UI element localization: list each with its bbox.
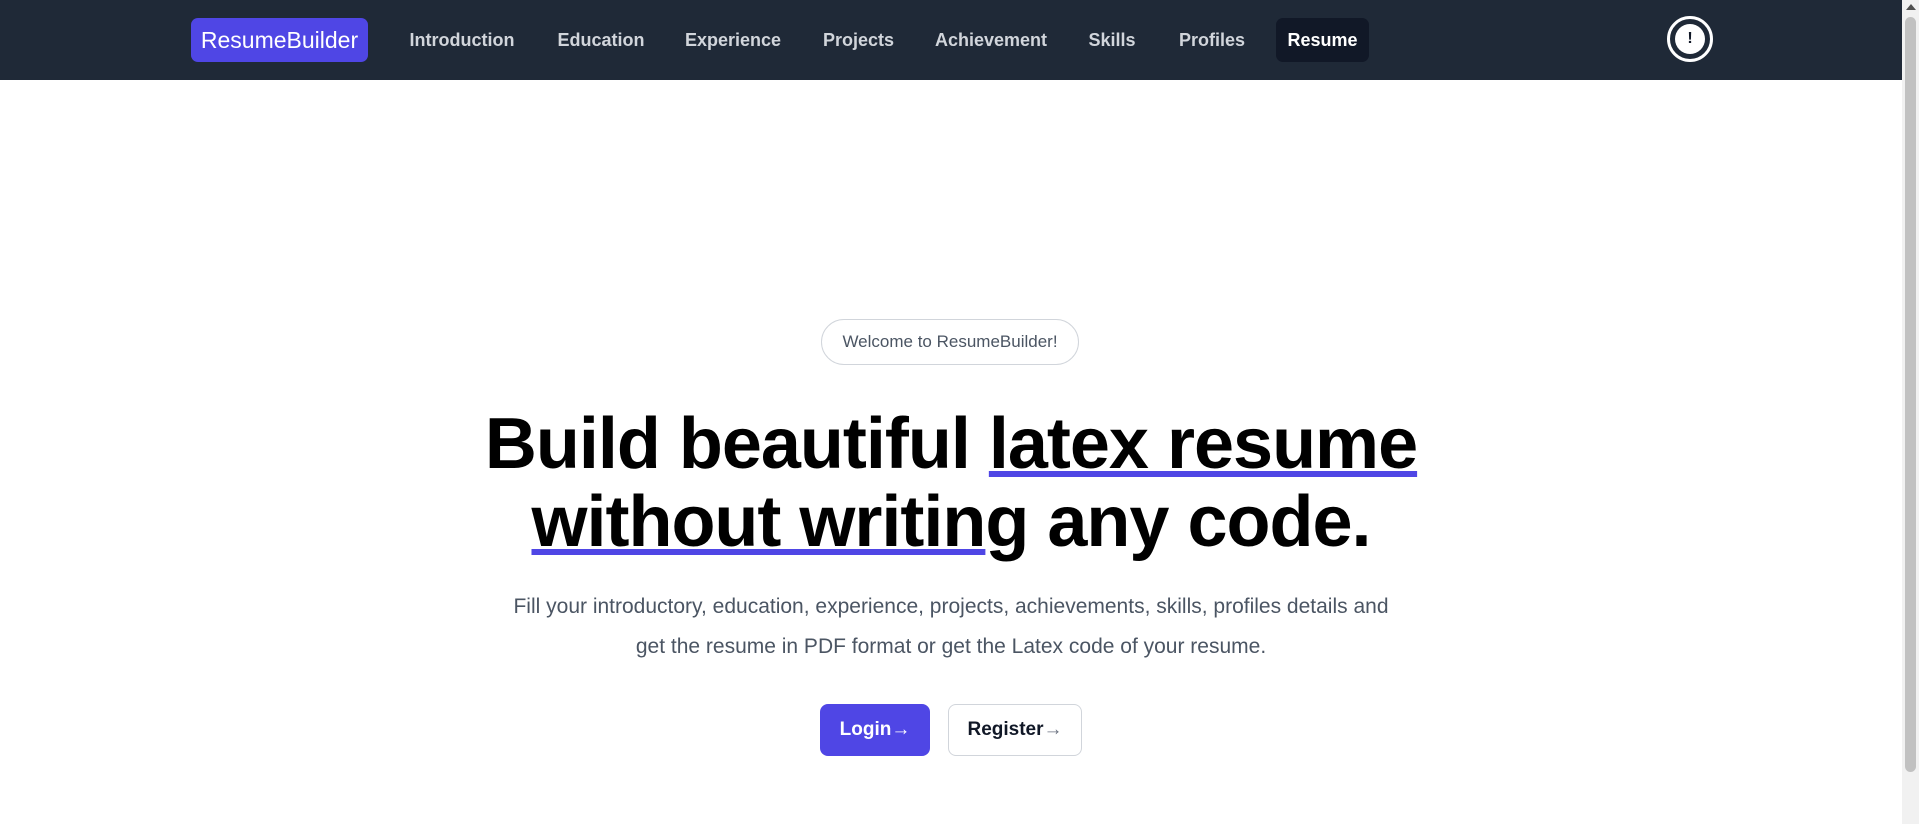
hero-description-line2: get the resume in PDF format or get the …: [635, 635, 1267, 658]
hero-description-line1: Fill your introductory, education, exper…: [513, 595, 1389, 618]
nav-item-education[interactable]: Education: [547, 18, 655, 62]
nav-item-resume[interactable]: Resume: [1276, 18, 1369, 62]
page: ResumeBuilder Introduction Education Exp…: [0, 0, 1919, 824]
scroll-up-arrow-icon[interactable]: [1906, 4, 1916, 10]
hero-description: Fill your introductory, education, exper…: [451, 587, 1451, 667]
nav-item-skills[interactable]: Skills: [1076, 18, 1148, 62]
headline-highlight-1: latex resume: [988, 404, 1418, 484]
nav-item-experience[interactable]: Experience: [675, 18, 791, 62]
login-button[interactable]: Login→: [820, 704, 930, 756]
alert-button[interactable]: !: [1667, 16, 1713, 62]
register-label: Register: [967, 719, 1044, 740]
nav-item-achievement[interactable]: Achievement: [926, 18, 1056, 62]
register-button[interactable]: Register→: [948, 704, 1082, 756]
vertical-scrollbar[interactable]: [1902, 0, 1919, 824]
nav-item-introduction[interactable]: Introduction: [398, 18, 526, 62]
login-label: Login: [839, 719, 892, 740]
arrow-right-icon: →: [891, 719, 911, 740]
brand-logo-button[interactable]: ResumeBuilder: [191, 18, 368, 62]
nav-item-profiles[interactable]: Profiles: [1168, 18, 1256, 62]
exclamation-circle-icon: !: [1675, 24, 1705, 54]
top-navbar: ResumeBuilder Introduction Education Exp…: [0, 0, 1902, 80]
headline-highlight-2: without writin: [531, 482, 986, 562]
headline-text-part1: Build beautiful: [484, 404, 989, 484]
hero-headline: Build beautiful latex resume without writ…: [0, 405, 1902, 561]
scrollbar-thumb[interactable]: [1905, 17, 1916, 772]
arrow-right-icon: →: [1043, 719, 1063, 740]
headline-text-part2: g any code.: [985, 482, 1371, 562]
welcome-badge: Welcome to ResumeBuilder!: [821, 319, 1079, 365]
nav-item-projects[interactable]: Projects: [811, 18, 906, 62]
